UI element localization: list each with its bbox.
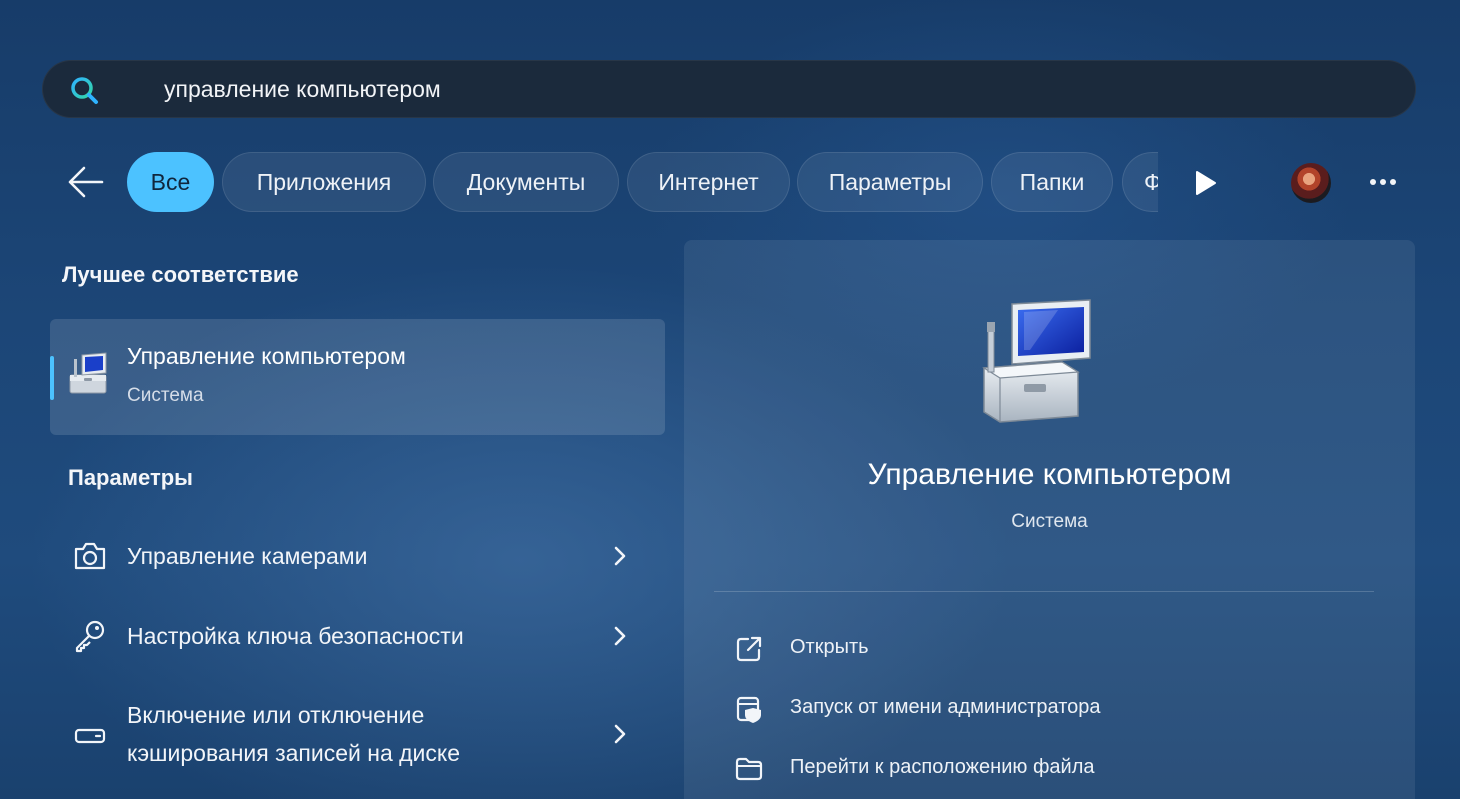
- best-match-title: Управление компьютером: [127, 343, 406, 369]
- filter-chips: Все Приложения Документы Интернет Параме…: [127, 152, 1158, 212]
- chevron-right-icon: [614, 626, 626, 646]
- folder-icon: [735, 757, 763, 781]
- search-box[interactable]: управление компьютером: [42, 60, 1416, 118]
- best-match-item[interactable]: Управление компьютером Система: [50, 319, 665, 435]
- settings-item-label: Управление камерами: [127, 543, 368, 569]
- detail-subtitle: Система: [1011, 511, 1088, 532]
- filter-chip-apps[interactable]: Приложения: [222, 152, 426, 212]
- detail-title: Управление компьютером: [867, 458, 1232, 491]
- settings-item-disk-cache[interactable]: Включение или отключение кэширования зап…: [50, 696, 665, 776]
- filter-chip-internet[interactable]: Интернет: [627, 152, 790, 212]
- action-label: Запуск от имени администратора: [790, 696, 1101, 718]
- best-match-subtitle: Система: [127, 385, 204, 406]
- selection-accent: [50, 356, 54, 400]
- divider: [714, 591, 1374, 592]
- drive-icon: [74, 728, 106, 744]
- filter-chip-documents[interactable]: Документы: [433, 152, 619, 212]
- action-label: Открыть: [790, 636, 869, 658]
- settings-item-security-key[interactable]: Настройка ключа безопасности: [50, 616, 665, 656]
- camera-icon: [74, 542, 106, 570]
- search-input[interactable]: управление компьютером: [164, 75, 441, 103]
- settings-item-label: Настройка ключа безопасности: [127, 623, 464, 649]
- avatar[interactable]: [1291, 163, 1331, 203]
- settings-item-label-line2: кэширования записей на диске: [127, 740, 461, 766]
- filter-chip-folders[interactable]: Папки: [991, 152, 1113, 212]
- key-icon: [75, 620, 105, 653]
- chevron-right-icon: [614, 724, 626, 744]
- filter-chip-all[interactable]: Все: [127, 152, 214, 212]
- filter-chip-settings[interactable]: Параметры: [797, 152, 983, 212]
- filter-chip-photos[interactable]: Фотографии: [1122, 152, 1158, 212]
- action-label: Перейти к расположению файла: [790, 756, 1095, 778]
- chevron-right-icon: [614, 546, 626, 566]
- settings-heading: Параметры: [68, 465, 193, 490]
- settings-item-camera[interactable]: Управление камерами: [50, 536, 665, 576]
- computer-management-large-icon: [982, 299, 1091, 423]
- settings-item-label-line1: Включение или отключение: [127, 702, 425, 728]
- back-arrow-icon[interactable]: [66, 164, 106, 200]
- admin-shield-icon: [736, 696, 761, 723]
- search-icon: [71, 77, 98, 104]
- best-match-heading: Лучшее соответствие: [62, 262, 299, 287]
- more-options-icon[interactable]: [1368, 170, 1398, 194]
- open-external-icon: [736, 636, 762, 662]
- computer-management-icon: [69, 352, 107, 394]
- scroll-right-play-icon[interactable]: [1190, 168, 1220, 198]
